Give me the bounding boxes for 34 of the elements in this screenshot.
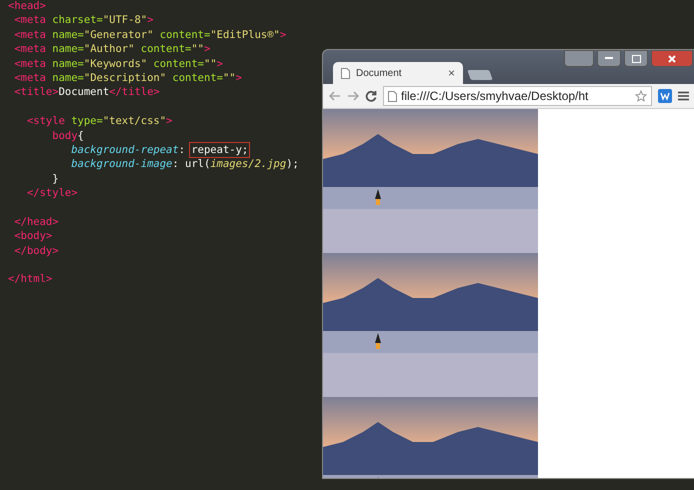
extension-icon[interactable] [658,89,672,103]
code-line: background-image: url(images/2.jpg); [70,157,299,172]
page-icon [341,68,350,78]
code-line: </body> [13,244,59,258]
code-line: <meta charset="UTF-8"> [13,13,154,28]
code-line: <head> [8,0,46,14]
menu-icon[interactable] [678,91,689,101]
code-line: </head> [13,214,59,230]
address-bar[interactable]: file:///C:/Users/smyhvae/Desktop/ht [383,86,652,106]
code-line: </html> [8,272,52,287]
code-line: body{ [51,128,84,143]
code-line: <body> [13,229,52,244]
code-line: <meta name="Keywords" content=""> [13,56,223,71]
close-icon [668,54,676,62]
minimize-icon [605,57,613,60]
tab-close[interactable]: × [448,66,455,80]
maximize-icon [632,54,640,62]
code-line: <meta name="Description" content=""> [13,70,242,86]
maximize-button[interactable] [624,50,648,67]
reload-icon[interactable] [365,90,377,102]
page-icon [388,90,397,102]
code-line: <meta name="Generator" content="EditPlus®"> [13,28,286,42]
browser-tab[interactable]: Document × [333,62,463,84]
code-line: background-repeat: repeat-y; [70,142,248,158]
new-tab-button[interactable] [467,70,493,80]
code-line: </style> [26,186,78,200]
minimize-button[interactable] [597,50,621,67]
code-line: <style type="text/css"> [26,114,172,129]
url-text: file:///C:/Users/smyhvae/Desktop/ht [401,89,590,103]
close-button[interactable] [651,50,693,67]
code-line: <meta name="Author" content=""> [13,42,210,57]
star-icon[interactable] [635,90,647,102]
code-line: } [51,172,59,186]
code-line: <title>Document</title> [13,85,160,100]
